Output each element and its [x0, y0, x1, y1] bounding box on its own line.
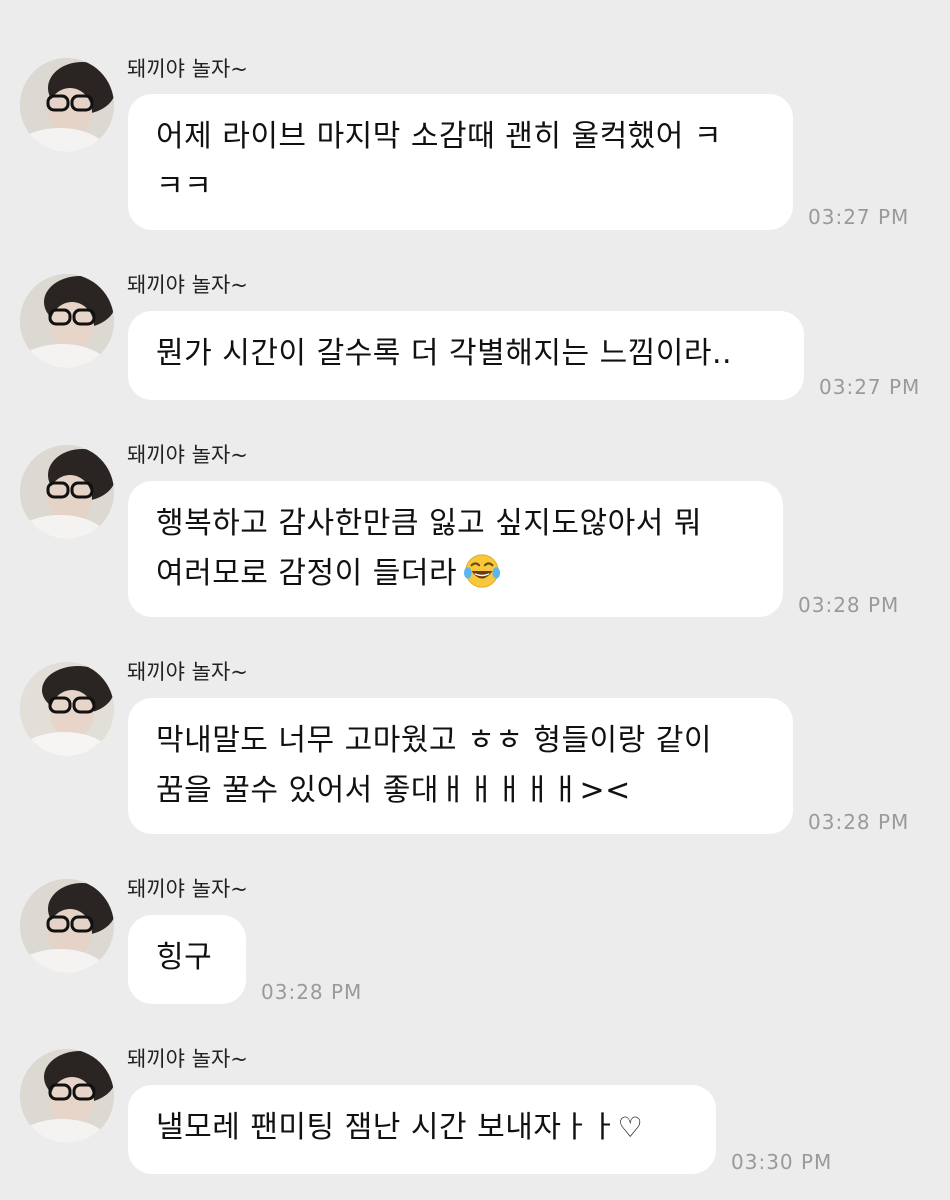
sender-name: 돼끼야 놀자~ — [127, 1047, 248, 1071]
heart-icon: ♡ — [617, 1111, 644, 1144]
message-bubble[interactable]: 낼모레 팬미팅 잼난 시간 보내자ㅏㅏ♡ — [128, 1085, 716, 1174]
message-text-line: 낼모레 팬미팅 잼난 시간 보내자ㅏㅏ♡ — [156, 1103, 688, 1153]
message-6: 돼끼야 놀자~ 낼모레 팬미팅 잼난 시간 보내자ㅏㅏ♡ 03:30 PM — [0, 0, 950, 1200]
avatar[interactable] — [20, 1049, 114, 1143]
avatar-photo — [20, 1049, 114, 1143]
message-text: 낼모레 팬미팅 잼난 시간 보내자ㅏㅏ — [156, 1110, 618, 1145]
timestamp: 03:30 PM — [731, 1150, 833, 1174]
